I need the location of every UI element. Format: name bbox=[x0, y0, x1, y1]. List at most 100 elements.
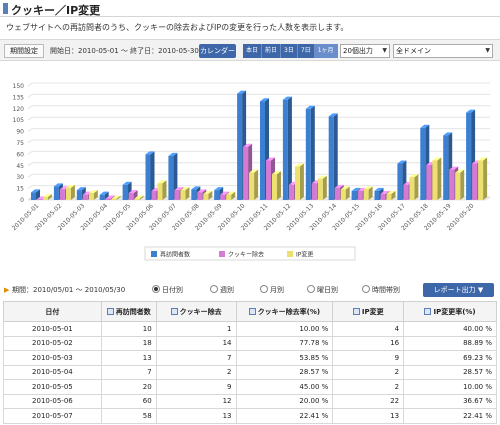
rows-select[interactable]: 20個出力 ▼ bbox=[340, 44, 390, 58]
range-today-button[interactable]: 本日 bbox=[243, 44, 263, 58]
cell-value: 10 bbox=[100, 321, 157, 337]
bar bbox=[134, 198, 140, 200]
table-row: 2010-05-06 60 12 20.00 % 22 36.67 % bbox=[3, 393, 497, 409]
col-cookie-rate[interactable]: クッキー除去率(%) bbox=[235, 301, 334, 322]
range-7day-button[interactable]: 7日 bbox=[297, 44, 315, 58]
bar bbox=[151, 190, 157, 200]
bar bbox=[111, 198, 117, 200]
calendar-button[interactable]: カレンダー bbox=[199, 44, 236, 58]
y-tick-label: 105 bbox=[13, 117, 25, 124]
cell-value: 22.41 % bbox=[235, 408, 334, 424]
legend-swatch bbox=[219, 251, 225, 257]
cell-value: 36.67 % bbox=[403, 393, 497, 409]
bar bbox=[197, 192, 203, 200]
range-yesterday-button[interactable]: 前日 bbox=[262, 44, 282, 58]
bar bbox=[403, 184, 409, 200]
cell-value: 7 bbox=[100, 364, 157, 380]
cell-value: 2 bbox=[332, 379, 405, 395]
domain-select[interactable]: 全ドメイン ▼ bbox=[393, 44, 493, 58]
bar bbox=[122, 184, 128, 200]
bar bbox=[76, 190, 82, 200]
title-marker bbox=[3, 3, 8, 14]
col-cookie[interactable]: クッキー除去 bbox=[155, 301, 237, 322]
gridline bbox=[27, 139, 33, 144]
radio-weekly[interactable]: 週別 bbox=[210, 285, 234, 295]
bar bbox=[317, 178, 323, 200]
radio-monthly[interactable]: 月別 bbox=[260, 285, 284, 295]
col-date[interactable]: 日付 bbox=[3, 301, 102, 322]
bar-side bbox=[460, 169, 465, 200]
col-ip-rate[interactable]: IP変更率(%) bbox=[403, 301, 497, 322]
bar bbox=[37, 199, 42, 200]
y-tick-label: 30 bbox=[16, 174, 24, 181]
gridline bbox=[27, 105, 33, 110]
range-3day-button[interactable]: 3日 bbox=[281, 44, 298, 58]
radio-icon bbox=[210, 285, 218, 293]
cell-value: 40.00 % bbox=[403, 321, 497, 337]
bar bbox=[363, 189, 369, 200]
cell-value: 88.89 % bbox=[403, 335, 497, 351]
legend-label: IP変更 bbox=[296, 251, 313, 259]
bar bbox=[380, 193, 386, 200]
table-body: 2010-05-01 10 1 10.00 % 4 40.00 % 2010-05-02 18… bbox=[3, 321, 497, 424]
bar bbox=[420, 127, 426, 200]
radio-weekly-label: 週別 bbox=[220, 286, 234, 294]
cell-value: 2 bbox=[332, 364, 405, 380]
range-button-group: 本日 前日 3日 7日 1ヶ月 bbox=[243, 44, 338, 58]
chevron-down-icon: ▼ bbox=[485, 47, 490, 54]
radio-weekday-label: 曜日別 bbox=[317, 286, 338, 294]
radio-weekday[interactable]: 曜日別 bbox=[307, 285, 338, 295]
legend-swatch bbox=[151, 251, 157, 257]
cell-value: 13 bbox=[100, 350, 157, 366]
col-ip[interactable]: IP変更 bbox=[332, 301, 405, 322]
bar bbox=[455, 172, 461, 200]
period-setting-label: 期間設定 bbox=[4, 44, 44, 58]
radio-monthly-label: 月別 bbox=[270, 286, 284, 294]
cell-date: 2010-05-02 bbox=[3, 335, 102, 351]
cell-value: 16 bbox=[332, 335, 405, 351]
cell-date: 2010-05-05 bbox=[3, 379, 102, 395]
cell-value: 53.85 % bbox=[235, 350, 334, 366]
y-tick-label: 45 bbox=[16, 163, 24, 170]
cell-value: 4 bbox=[332, 321, 405, 337]
cell-date: 2010-05-03 bbox=[3, 350, 102, 366]
radio-hourly[interactable]: 時間帯別 bbox=[362, 285, 400, 295]
report-output-button[interactable]: レポート出力 ▼ bbox=[423, 283, 494, 297]
cell-value: 20.00 % bbox=[235, 393, 334, 409]
y-tick-label: 120 bbox=[13, 106, 25, 113]
cell-value: 9 bbox=[155, 379, 237, 395]
bar-side bbox=[299, 163, 304, 200]
bar bbox=[191, 189, 197, 200]
bar bbox=[105, 198, 111, 200]
bar-side bbox=[414, 174, 419, 200]
bar bbox=[249, 172, 255, 200]
report-output-label: レポート出力 bbox=[433, 286, 476, 294]
gridline bbox=[27, 116, 33, 121]
bar bbox=[409, 177, 415, 200]
y-tick-label: 135 bbox=[13, 94, 25, 101]
gridline bbox=[27, 93, 33, 98]
table-row: 2010-05-03 13 7 53.85 % 9 69.23 % bbox=[3, 350, 497, 366]
col-visitors[interactable]: 再訪問者数 bbox=[100, 301, 157, 322]
bar bbox=[99, 194, 105, 200]
chevron-down-icon: ▼ bbox=[382, 47, 387, 54]
radio-icon bbox=[307, 285, 315, 293]
cell-date: 2010-05-07 bbox=[3, 408, 102, 424]
bar bbox=[288, 184, 294, 200]
bar bbox=[334, 187, 340, 200]
bar bbox=[449, 169, 455, 200]
radio-daily[interactable]: 日付別 bbox=[152, 285, 183, 295]
domain-select-value: 全ドメイン bbox=[396, 47, 431, 55]
bar bbox=[31, 192, 36, 200]
bar bbox=[88, 193, 94, 200]
bar bbox=[311, 183, 317, 200]
cell-value: 69.23 % bbox=[403, 350, 497, 366]
bar bbox=[357, 190, 363, 200]
bar bbox=[432, 160, 438, 200]
sort-icon bbox=[424, 307, 432, 315]
col-cookie-label: クッキー除去 bbox=[179, 307, 222, 316]
rows-select-value: 20個出力 bbox=[343, 47, 373, 55]
range-1month-button[interactable]: 1ヶ月 bbox=[314, 44, 338, 58]
page-title: クッキー／IP変更 bbox=[11, 4, 101, 17]
bar-side bbox=[483, 157, 488, 200]
